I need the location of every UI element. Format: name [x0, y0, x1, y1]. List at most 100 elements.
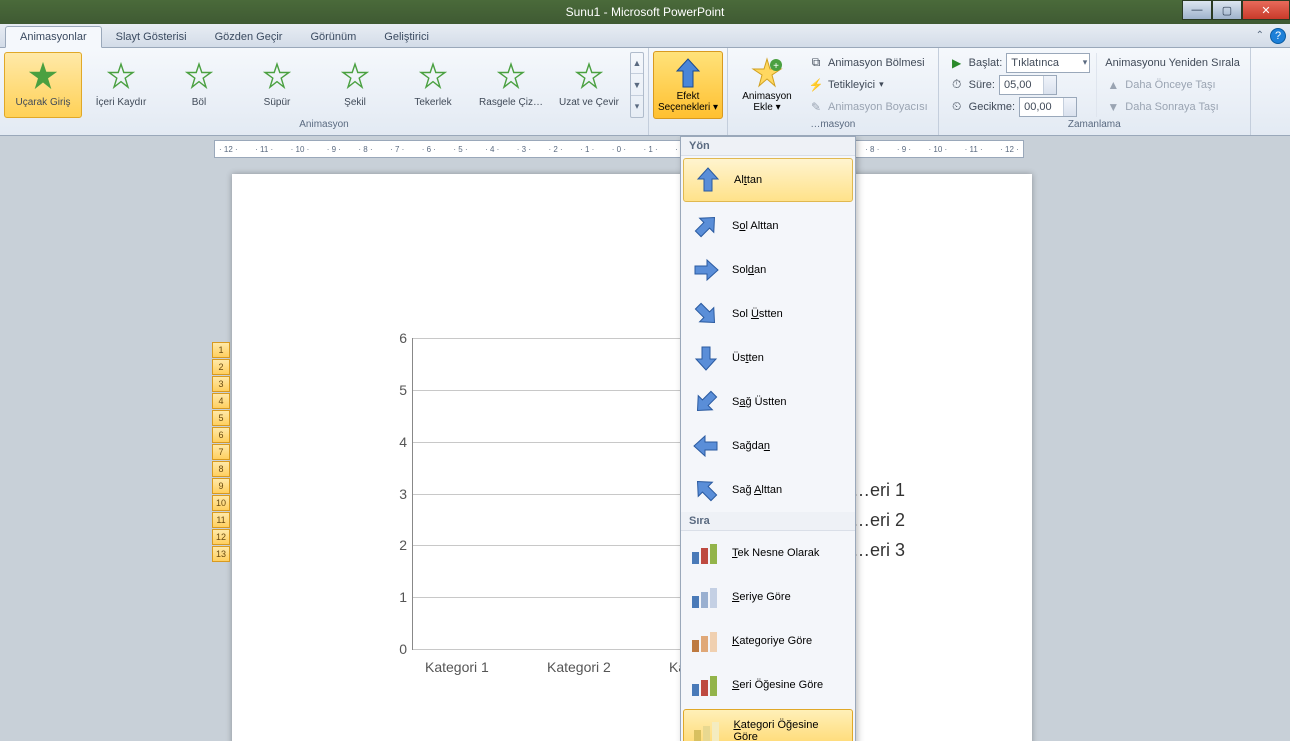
window-controls: — ▢ ✕ [1182, 0, 1290, 20]
gallery-item-0[interactable]: Uçarak Giriş [4, 52, 82, 118]
tab-slayt-gosterisi[interactable]: Slayt Gösterisi [102, 27, 201, 47]
direction-item-4[interactable]: Üstten [681, 336, 855, 380]
sequence-item-3[interactable]: Seri Öğesine Göre [681, 663, 855, 707]
sequence-item-2[interactable]: Kategoriye Göre [681, 619, 855, 663]
ribbon-collapse-icon[interactable]: ⌃ [1256, 30, 1264, 41]
star-icon [497, 62, 525, 95]
direction-item-7[interactable]: Sağ Alttan [681, 468, 855, 512]
animation-painter-button[interactable]: ✎Animasyon Boyacısı [808, 97, 928, 117]
sequence-item-label: Seri Öğesine Göre [732, 679, 823, 691]
gallery-item-label: Böl [192, 97, 206, 108]
sequence-item-label: Kategoriye Göre [732, 635, 812, 647]
tab-gelistirici[interactable]: Geliştirici [370, 27, 443, 47]
star-icon [29, 62, 57, 95]
add-animation-label1: Animasyon [742, 91, 791, 102]
minimize-button[interactable]: — [1182, 0, 1212, 20]
y-tick: 1 [399, 589, 407, 605]
help-icon[interactable]: ? [1270, 28, 1286, 44]
gallery-item-3[interactable]: Süpür [238, 52, 316, 118]
anim-tag[interactable]: 13 [212, 546, 230, 562]
move-earlier-button[interactable]: ▲Daha Önceye Taşı [1105, 75, 1240, 95]
legend-entry-3: …eri 3 [852, 540, 905, 561]
group-effect-options: Efekt Seçenekleri ▾ [649, 48, 728, 135]
anim-tag[interactable]: 10 [212, 495, 230, 511]
start-combo[interactable]: Tıklatınca [1006, 53, 1090, 73]
tab-gorunum[interactable]: Görünüm [296, 27, 370, 47]
chevron-down-icon: ▾ [776, 102, 781, 113]
direction-item-2[interactable]: Soldan [681, 248, 855, 292]
effect-options-label1: Efekt [677, 91, 700, 102]
close-button[interactable]: ✕ [1242, 0, 1290, 20]
anim-tag[interactable]: 9 [212, 478, 230, 494]
direction-item-label: Soldan [732, 264, 766, 276]
maximize-button[interactable]: ▢ [1212, 0, 1242, 20]
y-tick: 2 [399, 537, 407, 553]
up-triangle-icon: ▲ [1105, 77, 1121, 93]
add-animation-icon: + [750, 57, 784, 91]
gallery-down-icon[interactable]: ▼ [631, 74, 643, 96]
anim-tag[interactable]: 1 [212, 342, 230, 358]
direction-item-label: Üstten [732, 352, 764, 364]
duration-icon: ⏱ [949, 77, 965, 93]
animation-pane-icon: ⧉ [808, 55, 824, 71]
sequence-item-0[interactable]: Tek Nesne Olarak [681, 531, 855, 575]
effect-options-label2: Seçenekleri [658, 102, 710, 113]
anim-tag[interactable]: 11 [212, 512, 230, 528]
star-icon [263, 62, 291, 95]
direction-item-label: Sağ Üstten [732, 396, 786, 408]
anim-tag[interactable]: 2 [212, 359, 230, 375]
gallery-item-4[interactable]: Şekil [316, 52, 394, 118]
trigger-button[interactable]: ⚡Tetikleyici ▾ [808, 75, 928, 95]
gallery-item-7[interactable]: Uzat ve Çevir [550, 52, 628, 118]
direction-item-3[interactable]: Sol Üstten [681, 292, 855, 336]
delay-spinner[interactable]: 00,00 [1019, 97, 1077, 117]
anim-tag[interactable]: 6 [212, 427, 230, 443]
group-label-adv: …masyon [732, 119, 934, 135]
slide[interactable]: 12345678910111213 0123456Kategori 1Kateg… [232, 174, 1032, 741]
sequence-item-4[interactable]: Kategori Öğesine Göre [683, 709, 853, 741]
gallery-item-5[interactable]: Tekerlek [394, 52, 472, 118]
titlebar: Sunu1 - Microsoft PowerPoint — ▢ ✕ [0, 0, 1290, 24]
duration-spinner[interactable]: 05,00 [999, 75, 1057, 95]
tab-gozden-gecir[interactable]: Gözden Geçir [201, 27, 297, 47]
gallery-item-6[interactable]: Rasgele Çiz… [472, 52, 550, 118]
arrow-down-icon [690, 342, 722, 374]
direction-item-0[interactable]: Alttan [683, 158, 853, 202]
gallery-more-icon[interactable]: ▾ [631, 96, 643, 117]
sequence-icon [692, 715, 723, 741]
direction-item-6[interactable]: Sağdan [681, 424, 855, 468]
gallery-item-label: Uçarak Giriş [15, 97, 70, 108]
tab-animasyonlar[interactable]: Animasyonlar [5, 26, 102, 48]
sequence-item-1[interactable]: Seriye Göre [681, 575, 855, 619]
direction-item-label: Sol Üstten [732, 308, 783, 320]
move-later-button[interactable]: ▼Daha Sonraya Taşı [1105, 97, 1240, 117]
anim-tag[interactable]: 4 [212, 393, 230, 409]
y-tick: 6 [399, 330, 407, 346]
direction-item-1[interactable]: Sol Alttan [681, 204, 855, 248]
arrow-left-icon [690, 430, 722, 462]
anim-tag[interactable]: 5 [212, 410, 230, 426]
star-icon [419, 62, 447, 95]
gallery-scroll[interactable]: ▲ ▼ ▾ [630, 52, 644, 118]
gallery-item-2[interactable]: Böl [160, 52, 238, 118]
reorder-label: Animasyonu Yeniden Sırala [1105, 53, 1240, 73]
direction-item-5[interactable]: Sağ Üstten [681, 380, 855, 424]
effect-options-button[interactable]: Efekt Seçenekleri ▾ [653, 51, 723, 119]
anim-tag[interactable]: 7 [212, 444, 230, 460]
group-timing: ▶Başlat: Tıklatınca ⏱Süre: 05,00 ⏲Gecikm… [939, 48, 1251, 135]
animation-pane-button[interactable]: ⧉Animasyon Bölmesi [808, 53, 928, 73]
star-icon [575, 62, 603, 95]
anim-tag[interactable]: 3 [212, 376, 230, 392]
anim-tag[interactable]: 8 [212, 461, 230, 477]
sequence-item-label: Tek Nesne Olarak [732, 547, 819, 559]
gallery-item-label: Rasgele Çiz… [479, 97, 543, 108]
direction-item-label: Alttan [734, 174, 762, 186]
animation-order-tags: 12345678910111213 [212, 342, 230, 562]
gallery-up-icon[interactable]: ▲ [631, 53, 643, 75]
arrow-downright-icon [690, 298, 722, 330]
gallery-item-1[interactable]: İçeri Kaydır [82, 52, 160, 118]
anim-tag[interactable]: 12 [212, 529, 230, 545]
sequence-icon [690, 625, 722, 657]
add-animation-button[interactable]: + Animasyon Ekle ▾ [732, 51, 802, 119]
y-tick: 0 [399, 641, 407, 657]
